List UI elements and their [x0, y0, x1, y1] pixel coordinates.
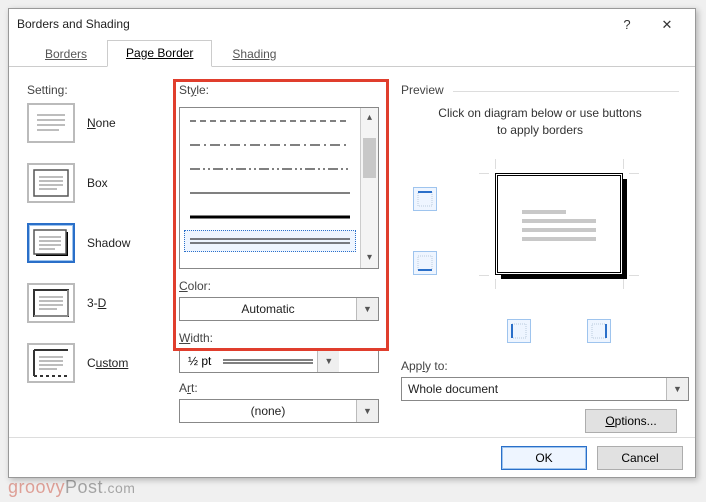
style-option-thick[interactable]	[184, 206, 356, 228]
title-bar: Borders and Shading ? ✕	[9, 9, 695, 39]
setting-none-label: None	[87, 116, 116, 130]
border-left-button[interactable]	[507, 319, 531, 343]
style-option-dashdotdot[interactable]	[184, 158, 356, 180]
close-button[interactable]: ✕	[647, 10, 687, 38]
setting-heading: Setting:	[27, 83, 68, 97]
setting-none-thumb	[27, 103, 75, 143]
style-option-dashdot[interactable]	[184, 134, 356, 156]
width-value: ½ pt	[180, 354, 219, 368]
art-combo[interactable]: (none) ▼	[179, 399, 379, 423]
scroll-thumb[interactable]	[363, 138, 376, 178]
preview-heading: Preview	[401, 83, 444, 97]
setting-box-label: Box	[87, 176, 108, 190]
style-option-thin[interactable]	[184, 182, 356, 204]
style-option-dashed[interactable]	[184, 110, 356, 132]
art-heading: Art:	[179, 381, 198, 395]
style-rows	[184, 110, 356, 266]
art-value: (none)	[180, 404, 356, 418]
watermark: groovyPost.com	[8, 477, 135, 498]
scroll-up-icon[interactable]: ▴	[361, 108, 378, 128]
scroll-down-icon[interactable]: ▾	[361, 248, 378, 268]
tab-page-border[interactable]: Page Border	[107, 40, 212, 67]
chevron-down-icon[interactable]: ▼	[356, 400, 378, 422]
border-top-button[interactable]	[413, 187, 437, 211]
apply-to-heading: Apply to:	[401, 359, 448, 373]
setting-custom-thumb	[27, 343, 75, 383]
color-combo[interactable]: Automatic ▼	[179, 297, 379, 321]
setting-shadow-thumb	[27, 223, 75, 263]
chevron-down-icon[interactable]: ▼	[666, 378, 688, 400]
style-scrollbar[interactable]: ▴ ▾	[360, 108, 378, 268]
color-value: Automatic	[180, 302, 356, 316]
tab-strip: Borders Page Border Shading	[9, 39, 695, 67]
options-button[interactable]: Options...	[585, 409, 677, 433]
width-heading: Width:	[179, 331, 213, 345]
cancel-button[interactable]: Cancel	[597, 446, 683, 470]
dialog-footer: OK Cancel	[9, 437, 695, 477]
apply-to-value: Whole document	[402, 382, 666, 396]
dialog-body: Setting: None Box Shadow	[21, 75, 683, 431]
setting-3d[interactable]: 3-D	[27, 283, 169, 323]
setting-3d-thumb	[27, 283, 75, 323]
setting-custom[interactable]: Custom	[27, 343, 169, 383]
width-sample-line	[223, 354, 313, 368]
chevron-down-icon[interactable]: ▼	[317, 350, 339, 372]
chevron-down-icon[interactable]: ▼	[356, 298, 378, 320]
setting-none[interactable]: None	[27, 103, 169, 143]
setting-box[interactable]: Box	[27, 163, 169, 203]
ok-button[interactable]: OK	[501, 446, 587, 470]
borders-shading-dialog: Borders and Shading ? ✕ Borders Page Bor…	[8, 8, 696, 478]
setting-shadow[interactable]: Shadow	[27, 223, 169, 263]
tab-borders[interactable]: Borders	[27, 42, 105, 67]
style-listbox[interactable]: ▴ ▾	[179, 107, 379, 269]
setting-3d-label: 3-D	[87, 296, 106, 310]
style-heading: Style:	[179, 83, 209, 97]
apply-to-combo[interactable]: Whole document ▼	[401, 377, 689, 401]
setting-box-thumb	[27, 163, 75, 203]
help-button[interactable]: ?	[607, 10, 647, 38]
color-heading: Color:	[179, 279, 211, 293]
window-title: Borders and Shading	[17, 9, 607, 39]
preview-divider	[453, 91, 679, 92]
scroll-track[interactable]	[361, 128, 378, 248]
setting-custom-label: Custom	[87, 356, 128, 370]
border-right-button[interactable]	[587, 319, 611, 343]
setting-shadow-label: Shadow	[87, 236, 130, 250]
style-option-double[interactable]	[184, 230, 356, 252]
setting-column: Setting: None Box Shadow	[27, 83, 169, 383]
width-combo[interactable]: ½ pt ▼	[179, 349, 379, 373]
preview-instruction: Click on diagram below or use buttonsto …	[401, 105, 679, 139]
border-bottom-button[interactable]	[413, 251, 437, 275]
tab-shading[interactable]: Shading	[214, 42, 294, 67]
preview-diagram[interactable]	[495, 173, 623, 275]
